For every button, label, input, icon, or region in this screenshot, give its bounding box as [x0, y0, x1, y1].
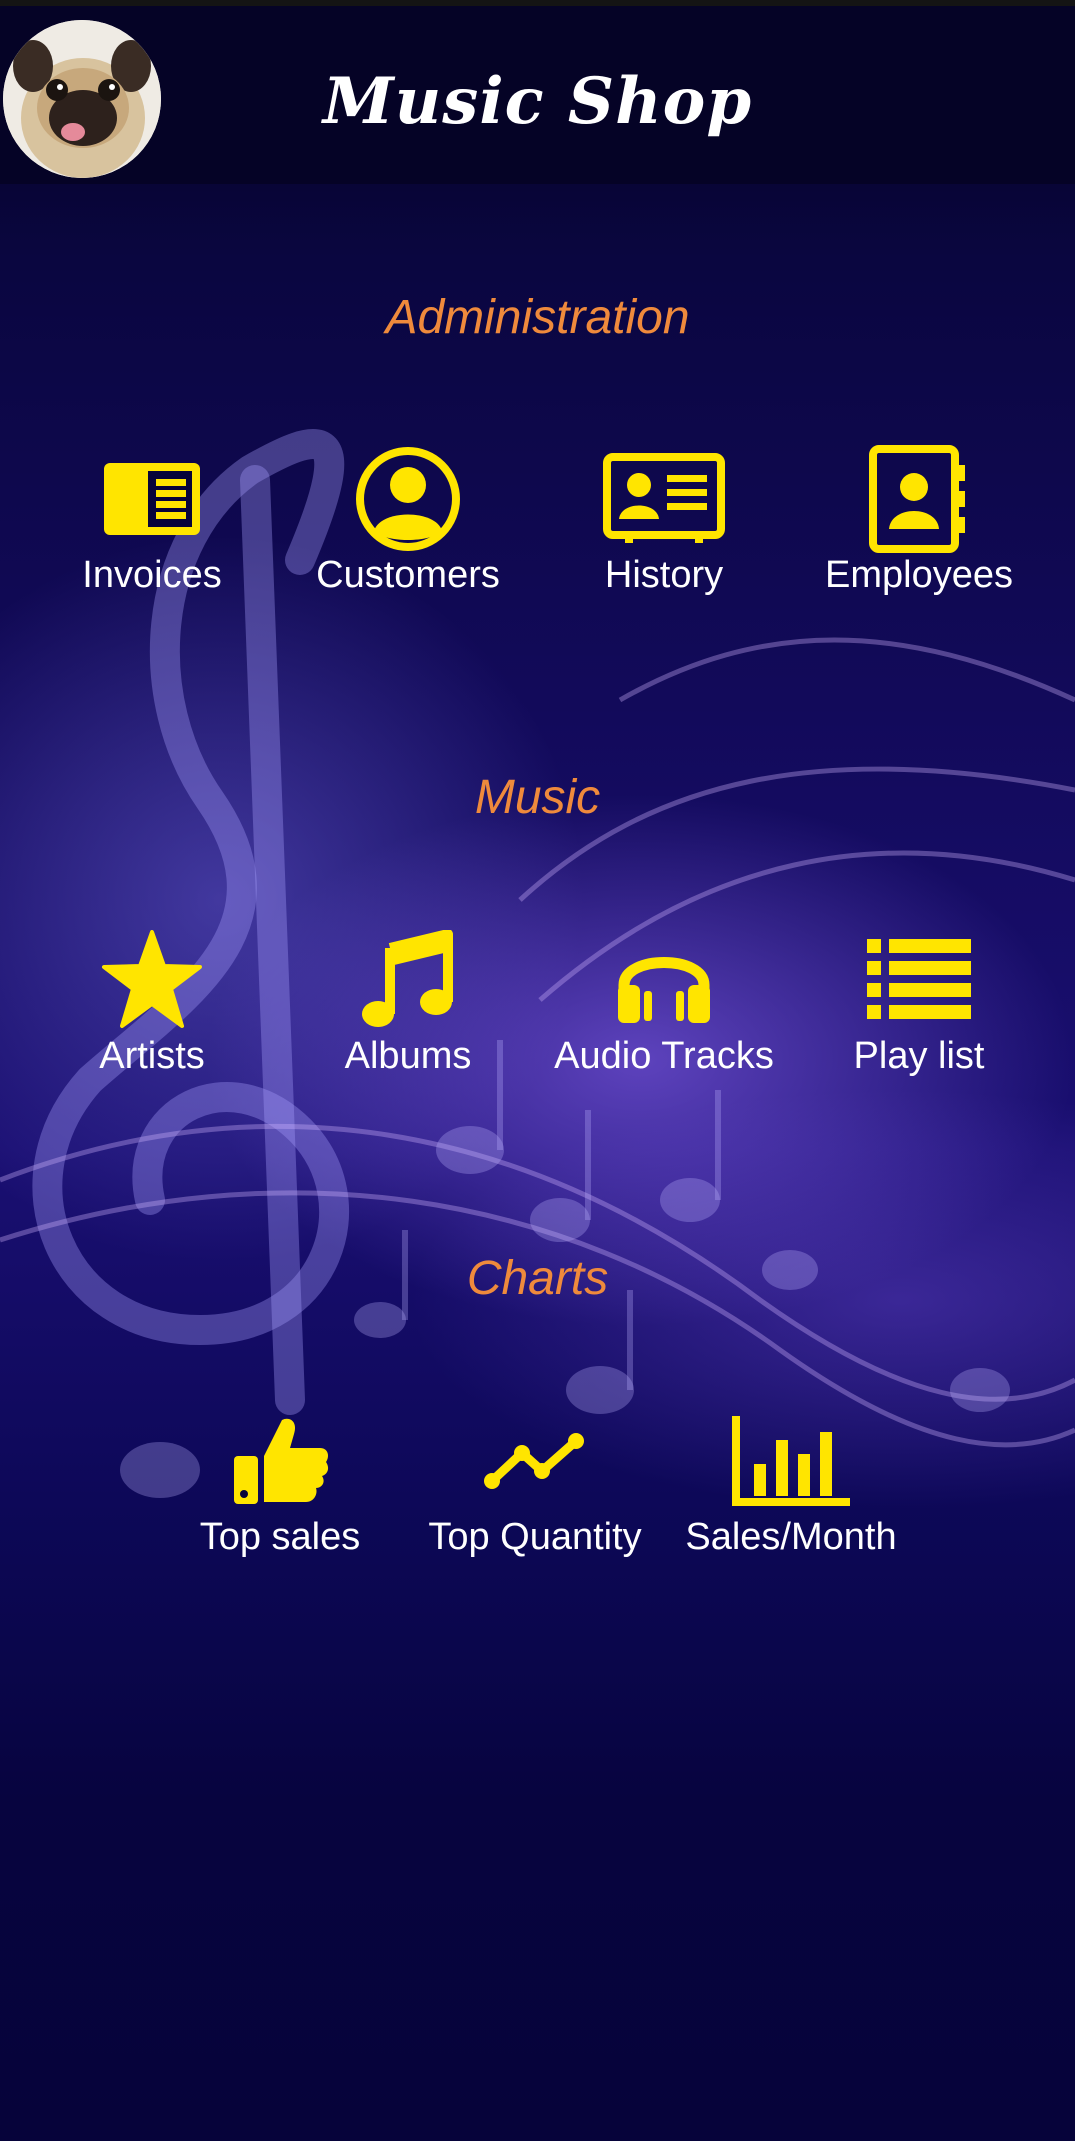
section-title-charts: Charts [466, 1252, 609, 1305]
app-title: Music Shop [322, 64, 753, 139]
tile-label: Employees [825, 554, 1013, 596]
tile-sales-month[interactable]: Sales/Month [663, 1406, 919, 1576]
app-header: Music Shop [0, 0, 1075, 184]
tile-artists[interactable]: Artists [24, 925, 280, 1095]
contact-book-icon [791, 444, 1047, 554]
bar-chart-icon [663, 1406, 919, 1516]
tile-history[interactable]: History [536, 444, 792, 614]
list-icon [791, 925, 1047, 1035]
tile-label: Albums [344, 1035, 472, 1077]
contact-card-icon [536, 444, 792, 554]
tile-label: Artists [99, 1035, 205, 1077]
star-icon [24, 925, 280, 1035]
invoice-icon [24, 444, 280, 554]
thumbs-up-icon [152, 1406, 408, 1516]
tile-label: History [604, 554, 724, 596]
tile-label: Customers [316, 554, 500, 596]
tile-label: Top Quantity [428, 1516, 642, 1558]
tile-label: Audio Tracks [554, 1035, 774, 1077]
tile-top-sales[interactable]: Top sales [152, 1406, 408, 1576]
tile-customers[interactable]: Customers [280, 444, 536, 614]
headphones-icon [536, 925, 792, 1035]
section-title-administration: Administration [385, 291, 690, 344]
tile-audio-tracks[interactable]: Audio Tracks [536, 925, 792, 1095]
tile-label: Play list [853, 1035, 985, 1077]
tile-employees[interactable]: Employees [791, 444, 1047, 614]
tile-play-list[interactable]: Play list [791, 925, 1047, 1095]
tile-top-quantity[interactable]: Top Quantity [407, 1406, 663, 1576]
tile-albums[interactable]: Albums [280, 925, 536, 1095]
line-chart-icon [407, 1406, 663, 1516]
tile-invoices[interactable]: Invoices [24, 444, 280, 614]
section-title-music: Music [474, 771, 601, 824]
tile-label: Sales/Month [685, 1516, 897, 1558]
account-circle-icon [280, 444, 536, 554]
tile-label: Invoices [82, 554, 222, 596]
music-note-icon [280, 925, 536, 1035]
tile-label: Top sales [199, 1516, 361, 1558]
